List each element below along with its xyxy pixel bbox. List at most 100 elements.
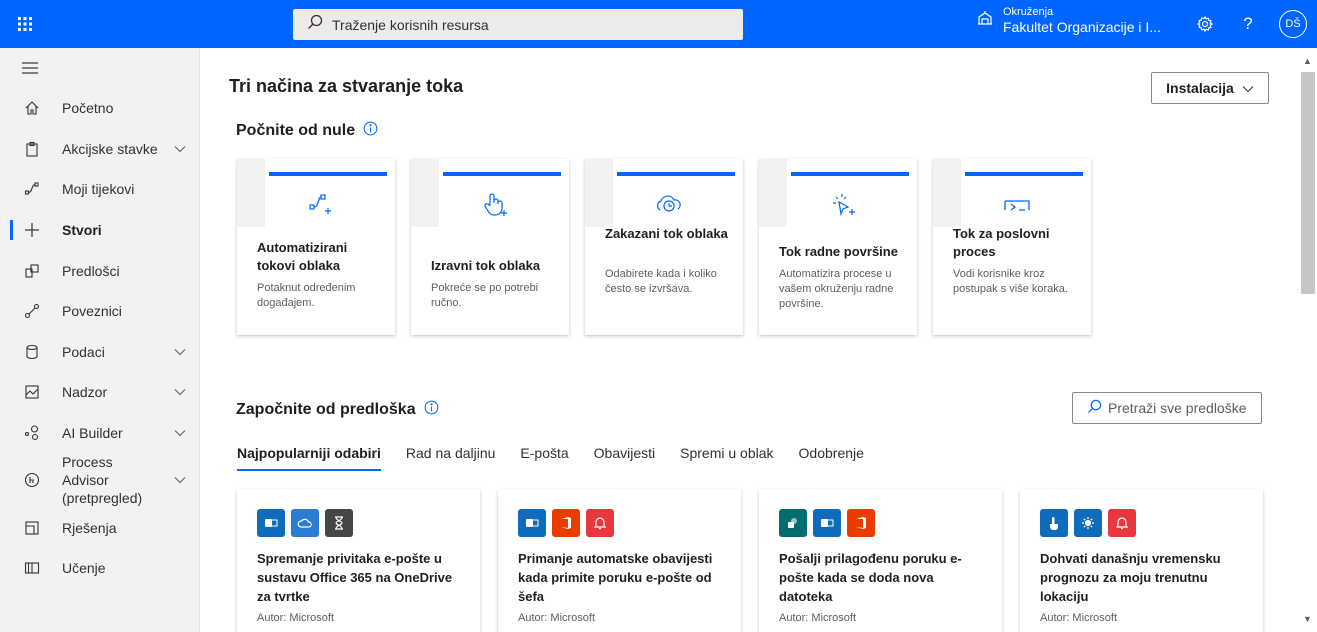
avatar[interactable]: DŠ bbox=[1279, 10, 1307, 38]
sidebar-item-label: Početno bbox=[62, 100, 114, 117]
sidebar-item-poveznici[interactable]: Poveznici bbox=[0, 291, 199, 332]
sidebar-item-label: Nadzor bbox=[62, 384, 108, 401]
card-title: Automatizirani tokovi oblaka bbox=[257, 240, 348, 274]
settings-gear-icon[interactable] bbox=[1193, 12, 1217, 36]
card-desktop-flow[interactable]: Tok radne površine Automatizira procese … bbox=[759, 159, 917, 335]
sidebar-item-label: Učenje bbox=[62, 560, 106, 577]
info-icon[interactable] bbox=[363, 121, 378, 141]
sidebar-item-label: Predlošci bbox=[62, 262, 120, 279]
outlook-icon bbox=[518, 509, 546, 537]
search-icon bbox=[307, 14, 323, 35]
chevron-down-icon bbox=[1242, 80, 1254, 96]
weather-icon bbox=[1074, 509, 1102, 537]
sidebar-item-stvori[interactable]: Stvori bbox=[0, 210, 199, 251]
help-icon[interactable]: ? bbox=[1236, 12, 1260, 36]
sharepoint-icon bbox=[779, 509, 807, 537]
main-content: Tri načina za stvaranje toka Instalacija… bbox=[200, 48, 1299, 632]
card-business-process-flow[interactable]: Tok za poslovni proces Vodi korisnike kr… bbox=[933, 159, 1091, 335]
sidebar-item-label: Moji tijekovi bbox=[62, 181, 135, 198]
process-advisor-icon bbox=[0, 472, 62, 488]
sidebar-item-podaci[interactable]: Podaci bbox=[0, 332, 199, 373]
scrollbar-thumb[interactable] bbox=[1301, 72, 1315, 294]
plus-icon bbox=[0, 222, 62, 238]
chevron-down-icon[interactable] bbox=[161, 145, 199, 153]
connector-icon bbox=[0, 303, 62, 319]
database-icon bbox=[0, 344, 62, 360]
clipboard-icon bbox=[0, 141, 62, 157]
template-title: Spremanje privitaka e-pošte u sustavu Of… bbox=[257, 551, 453, 604]
card-desc: Automatizira procese u vašem okruženju r… bbox=[779, 268, 894, 310]
blank-section-heading: Počnite od nule bbox=[236, 121, 378, 141]
tab-najpopularniji[interactable]: Najpopularniji odabiri bbox=[237, 445, 381, 471]
book-icon bbox=[0, 560, 62, 576]
info-icon[interactable] bbox=[424, 400, 439, 420]
card-title: Izravni tok oblaka bbox=[431, 258, 541, 273]
search-placeholder: Traženje korisnih resursa bbox=[332, 16, 489, 33]
solutions-icon bbox=[0, 520, 62, 536]
sidebar-item-label: Stvori bbox=[62, 221, 102, 238]
tab-rad-na-daljinu[interactable]: Rad na daljinu bbox=[406, 445, 496, 471]
sidebar: Početno Akcijske stavke Moji tijekovi St… bbox=[0, 48, 200, 632]
sidebar-item-process-advisor[interactable]: Process Advisor (pretpregled) bbox=[0, 453, 199, 507]
app-launcher-icon[interactable] bbox=[0, 0, 50, 48]
sidebar-item-akcijske-stavke[interactable]: Akcijske stavke bbox=[0, 129, 199, 170]
outlook-icon bbox=[813, 509, 841, 537]
sidebar-item-predlosci[interactable]: Predlošci bbox=[0, 250, 199, 291]
hamburger-menu-icon[interactable] bbox=[0, 48, 199, 88]
template-search-button[interactable]: Pretraži sve predloške bbox=[1072, 392, 1262, 424]
chevron-down-icon[interactable] bbox=[161, 388, 199, 396]
card-desc: Odabirete kada i koliko često se izvršav… bbox=[605, 268, 717, 295]
sidebar-item-label: Rješenja bbox=[62, 519, 117, 536]
cloud-flow-icon bbox=[299, 189, 343, 221]
ai-builder-icon bbox=[0, 425, 62, 441]
card-automated-cloud-flow[interactable]: Automatizirani tokovi oblaka Potaknut od… bbox=[237, 159, 395, 335]
card-instant-cloud-flow[interactable]: Izravni tok oblaka Pokreće se po potrebi… bbox=[411, 159, 569, 335]
scroll-down-icon[interactable]: ▼ bbox=[1303, 614, 1312, 624]
card-title: Tok za poslovni proces bbox=[953, 226, 1050, 260]
environment-icon bbox=[977, 10, 993, 31]
sidebar-item-label: Process Advisor (pretpregled) bbox=[62, 454, 143, 507]
office-icon bbox=[847, 509, 875, 537]
template-card[interactable]: Pošalji prilagođenu poruku e-pošte kada … bbox=[759, 489, 1002, 632]
sidebar-item-rjesenja[interactable]: Rješenja bbox=[0, 507, 199, 548]
template-card[interactable]: Spremanje privitaka e-pošte u sustavu Of… bbox=[237, 489, 480, 632]
sidebar-item-label: Poveznici bbox=[62, 303, 122, 320]
sidebar-item-pocetno[interactable]: Početno bbox=[0, 88, 199, 129]
search-icon bbox=[1087, 399, 1102, 417]
sidebar-item-ucenje[interactable]: Učenje bbox=[0, 548, 199, 589]
card-scheduled-cloud-flow[interactable]: Zakazani tok oblaka Odabirete kada i kol… bbox=[585, 159, 743, 335]
tab-odobrenje[interactable]: Odobrenje bbox=[799, 445, 864, 471]
touch-button-icon bbox=[1040, 509, 1068, 537]
template-card[interactable]: Primanje automatske obavijesti kada prim… bbox=[498, 489, 741, 632]
sidebar-item-nadzor[interactable]: Nadzor bbox=[0, 372, 199, 413]
card-title: Tok radne površine bbox=[779, 244, 898, 259]
scroll-up-icon[interactable]: ▲ bbox=[1303, 56, 1312, 66]
card-title: Zakazani tok oblaka bbox=[605, 226, 728, 241]
flow-type-cards: Automatizirani tokovi oblaka Potaknut od… bbox=[237, 159, 1107, 335]
blank-heading-text: Počnite od nule bbox=[236, 122, 356, 139]
template-card[interactable]: Dohvati današnju vremensku prognozu za m… bbox=[1020, 489, 1263, 632]
chevron-down-icon[interactable] bbox=[161, 429, 199, 437]
template-tabs: Najpopularniji odabiri Rad na daljinu E-… bbox=[237, 445, 889, 471]
sidebar-item-label: Podaci bbox=[62, 343, 105, 360]
sidebar-item-ai-builder[interactable]: AI Builder bbox=[0, 413, 199, 454]
sidebar-item-moji-tijekovi[interactable]: Moji tijekovi bbox=[0, 169, 199, 210]
environment-label: Okruženja bbox=[1003, 6, 1054, 18]
vertical-scrollbar[interactable]: ▲ ▼ bbox=[1299, 48, 1317, 632]
template-heading-text: Započnite od predloška bbox=[236, 401, 416, 418]
touch-icon bbox=[473, 189, 517, 221]
tab-spremi-u-oblak[interactable]: Spremi u oblak bbox=[680, 445, 773, 471]
environment-picker[interactable]: Okruženja Fakultet Organizacije i I... bbox=[977, 6, 1161, 35]
business-process-icon bbox=[995, 189, 1039, 221]
top-bar: Traženje korisnih resursa Okruženja Faku… bbox=[0, 0, 1317, 48]
template-author: Autor: Microsoft bbox=[257, 612, 335, 624]
template-title: Pošalji prilagođenu poruku e-pošte kada … bbox=[779, 551, 962, 604]
tab-obavijesti[interactable]: Obavijesti bbox=[594, 445, 655, 471]
tab-e-posta[interactable]: E-pošta bbox=[520, 445, 568, 471]
template-author: Autor: Microsoft bbox=[779, 612, 857, 624]
search-input[interactable]: Traženje korisnih resursa bbox=[293, 9, 743, 40]
chevron-down-icon[interactable] bbox=[161, 476, 199, 484]
chevron-down-icon[interactable] bbox=[161, 348, 199, 356]
install-button[interactable]: Instalacija bbox=[1151, 72, 1269, 104]
install-button-label: Instalacija bbox=[1166, 80, 1234, 96]
